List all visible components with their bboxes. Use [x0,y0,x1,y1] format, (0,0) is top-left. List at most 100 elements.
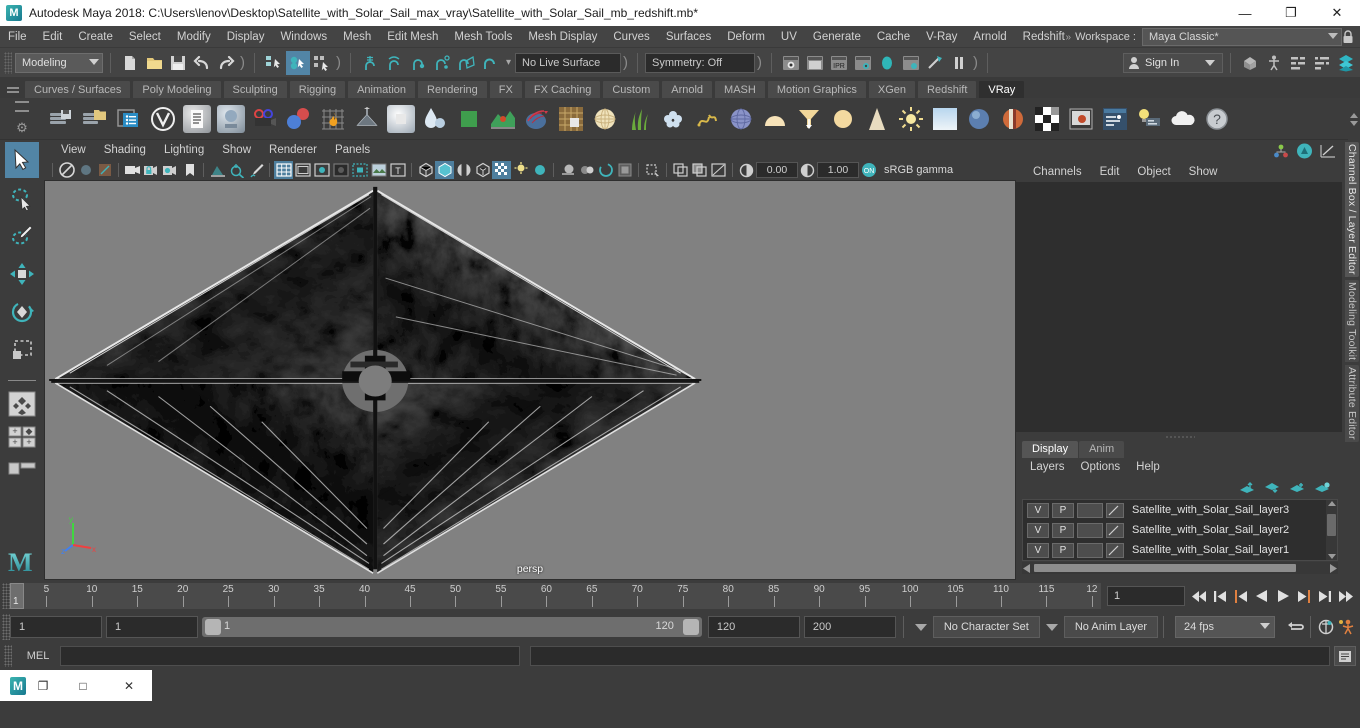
solar-sail-model[interactable] [45,181,1015,579]
sign-in-button[interactable]: Sign In [1123,53,1223,73]
layer-color-swatch[interactable] [1106,522,1124,538]
layer-display-type-toggle[interactable] [1077,542,1103,558]
gamma-icon[interactable] [798,161,817,179]
xray-icon[interactable] [643,161,662,179]
vray-green-icon[interactable] [452,102,486,136]
maximize-button[interactable]: ❐ [1268,0,1314,26]
menu-set-selector[interactable]: Modeling [15,52,103,73]
shelf-tab-rigging[interactable]: Rigging [288,80,347,98]
safe-action-icon[interactable] [369,161,388,179]
perspective-viewport[interactable]: y z x persp [44,180,1016,580]
current-time-indicator[interactable]: 1 [10,583,24,609]
vray-water-icon[interactable] [418,102,452,136]
script-language-label[interactable]: MEL [16,650,60,662]
redo-icon[interactable] [214,51,238,75]
vray-sun-icon[interactable] [894,102,928,136]
lasso-select-tool[interactable] [5,180,39,216]
menu-curves[interactable]: Curves [605,26,657,48]
menu-arnold[interactable]: Arnold [965,26,1014,48]
xray-joints-icon[interactable] [671,161,690,179]
animation-start-time-field[interactable]: 1 [10,616,102,638]
show-hide-graph-editor-icon[interactable] [1320,144,1336,158]
snap-to-view-plane-icon[interactable] [454,51,478,75]
color-management-icon[interactable]: ON [859,161,878,179]
shelf-tab-fx[interactable]: FX [488,80,523,98]
single-perspective-view-icon[interactable] [6,389,38,419]
shelf-scroll-arrows[interactable] [1348,98,1360,140]
move-layer-down-icon[interactable] [1264,482,1280,494]
layer-menu-help[interactable]: Help [1128,458,1168,477]
make-live-icon[interactable] [478,51,502,75]
shelf-tab-animation[interactable]: Animation [347,80,417,98]
shelf-tab-custom[interactable]: Custom [602,80,661,98]
motion-blur-icon[interactable] [558,161,577,179]
menu-uv[interactable]: UV [773,26,805,48]
rotate-tool[interactable] [5,294,39,330]
vray-physical-material-icon[interactable] [282,102,316,136]
command-line-grip[interactable] [4,645,12,667]
viewport-menu-panels[interactable]: Panels [326,140,379,160]
menu-deform[interactable]: Deform [719,26,773,48]
time-slider-grip[interactable] [2,583,10,609]
wireframe-icon[interactable] [416,161,435,179]
film-gate-icon[interactable] [293,161,312,179]
animation-end-time-field[interactable]: 200 [803,616,896,638]
taskbar-maximize-button[interactable]: □ [60,670,106,701]
menu-mesh-display[interactable]: Mesh Display [520,26,605,48]
select-by-component-type-icon[interactable] [310,51,334,75]
layer-color-swatch[interactable] [1106,502,1124,518]
layer-display-type-toggle[interactable] [1077,502,1103,518]
vray-checker-icon[interactable] [1030,102,1064,136]
vray-sky-icon[interactable] [928,102,962,136]
new-scene-icon[interactable] [118,51,142,75]
layer-tab-anim[interactable]: Anim [1079,441,1125,458]
vray-proxy-icon[interactable] [554,102,588,136]
play-forwards-icon[interactable] [1273,585,1293,607]
anim-layer-menu-icon[interactable] [1045,623,1058,631]
safe-title-icon[interactable]: T [388,161,407,179]
vtab-modeling-toolkit[interactable]: Modeling Toolkit [1345,279,1359,362]
textured-icon[interactable] [473,161,492,179]
lock-camera-icon[interactable] [142,161,161,179]
shelf-tab-redshift[interactable]: Redshift [917,80,978,98]
viewport-menu-view[interactable]: View [52,140,95,160]
frame-all-icon[interactable] [227,161,246,179]
resolution-gate-icon[interactable] [312,161,331,179]
shelf-options[interactable]: ⚙ [0,98,44,140]
vray-light-lister-icon[interactable] [1132,102,1166,136]
step-back-keyframe-icon[interactable] [1210,585,1230,607]
bookmark-icon[interactable] [180,161,199,179]
shelf-tab-sculpting[interactable]: Sculpting [222,80,288,98]
grid-icon[interactable] [274,161,293,179]
gate-mask-icon[interactable] [331,161,350,179]
menu-windows[interactable]: Windows [272,26,335,48]
menu-cache[interactable]: Cache [869,26,918,48]
step-back-frame-icon[interactable] [1231,585,1251,607]
anim-layer-field[interactable]: No Anim Layer [1063,616,1158,638]
vray-logo-icon[interactable] [146,102,180,136]
table-row[interactable]: V P Satellite_with_Solar_Sail_layer2 [1023,520,1337,540]
layer-list-vertical-scrollbar[interactable] [1326,500,1337,560]
vray-mesh-light-icon[interactable] [350,102,384,136]
layer-playback-toggle[interactable]: P [1052,502,1074,518]
viewport-menu-renderer[interactable]: Renderer [260,140,326,160]
viewport-menu-shading[interactable]: Shading [95,140,155,160]
character-set-menu-icon[interactable] [914,623,927,631]
render-settings-icon[interactable] [851,51,875,75]
snap-to-projected-center-icon[interactable] [430,51,454,75]
toggle-render-icon[interactable] [923,51,947,75]
depth-of-field-icon[interactable] [596,161,615,179]
step-forward-frame-icon[interactable] [1294,585,1314,607]
close-button[interactable]: ✕ [1314,0,1360,26]
display-layer-list[interactable]: V P Satellite_with_Solar_Sail_layer3 V P [1022,499,1338,561]
paint-effects-icon[interactable] [246,161,265,179]
menu-generate[interactable]: Generate [805,26,869,48]
menu-mesh-tools[interactable]: Mesh Tools [446,26,520,48]
shelf-tab-mash[interactable]: MASH [714,80,766,98]
shelf-tab-vray[interactable]: VRay [978,80,1026,98]
open-scene-icon[interactable] [142,51,166,75]
vray-grass-icon[interactable] [622,102,656,136]
show-hide-channel-box-icon[interactable] [1296,143,1313,159]
shelf-tab-arnold[interactable]: Arnold [661,80,714,98]
shelf-tab-poly-modeling[interactable]: Poly Modeling [132,80,222,98]
